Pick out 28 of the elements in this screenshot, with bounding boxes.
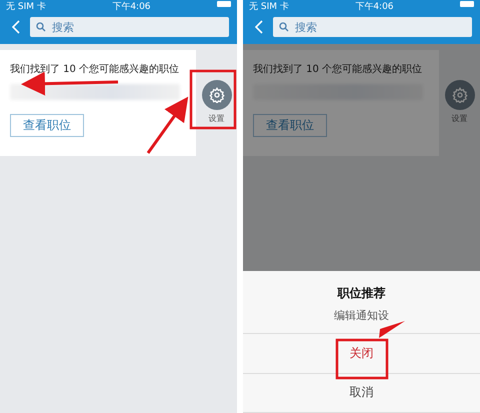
search-icon — [36, 22, 46, 32]
battery-icon — [216, 1, 231, 7]
search-field[interactable]: 搜索 — [273, 17, 472, 37]
view-jobs-button[interactable]: 查看职位 — [253, 114, 327, 137]
settings-label: 设置 — [452, 113, 468, 124]
view-jobs-button[interactable]: 查看职位 — [10, 114, 84, 137]
settings-label: 设置 — [208, 113, 224, 124]
arrow-annotation — [146, 96, 188, 154]
job-message: 我们找到了 10 个您可能感兴趣的职位 — [253, 62, 424, 76]
status-time: 下午4:06 — [112, 1, 151, 13]
highlight-frame — [336, 338, 388, 380]
job-message: 我们找到了 10 个您可能感兴趣的职位 — [10, 62, 180, 76]
settings-button[interactable] — [444, 80, 474, 110]
settings-icon — [208, 87, 224, 103]
sheet-subtitle: 编辑通知设 — [334, 308, 389, 323]
search-icon — [279, 22, 289, 32]
settings-button[interactable] — [202, 80, 232, 110]
sheet-title: 职位推荐 — [338, 285, 386, 302]
battery-icon — [460, 1, 474, 7]
status-time: 下午4:06 — [355, 1, 394, 13]
search-field[interactable]: 搜索 — [30, 17, 229, 37]
settings-icon — [452, 87, 468, 103]
back-icon[interactable] — [255, 20, 263, 34]
carrier-text: 无 SIM 卡 — [249, 1, 289, 13]
carrier-text: 无 SIM 卡 — [6, 1, 46, 13]
back-icon[interactable] — [12, 20, 20, 34]
highlight-frame — [190, 70, 236, 130]
arrow-annotation — [379, 321, 405, 338]
